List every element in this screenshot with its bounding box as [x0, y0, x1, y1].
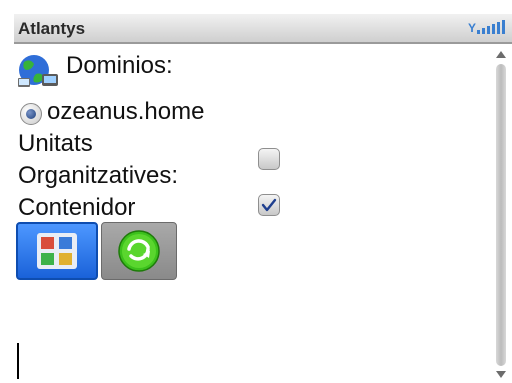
vertical-scrollbar[interactable] — [494, 46, 508, 383]
units-label-line2: Organitzatives: — [18, 162, 179, 189]
units-label-line1: Unitats — [18, 130, 93, 157]
signal-strength-icon: Y — [468, 20, 505, 35]
app-title: Atlantys — [18, 19, 86, 38]
scroll-down-arrow-icon[interactable] — [494, 367, 508, 381]
container-checkbox[interactable] — [258, 194, 280, 216]
network-globe-icon — [18, 55, 58, 87]
domain-radio[interactable] — [20, 103, 42, 125]
units-checkbox[interactable] — [258, 148, 280, 170]
users-button[interactable] — [16, 222, 98, 280]
domains-label: Dominios: — [66, 52, 173, 79]
title-bar: Atlantys Y — [14, 14, 512, 44]
users-grid-icon — [37, 233, 77, 269]
main-screen: Dominios: ozeanus.home Unitats Organitza… — [14, 44, 494, 383]
svg-text:Y: Y — [468, 21, 476, 35]
refresh-arrow-icon — [118, 230, 160, 272]
scrollbar-track[interactable] — [496, 64, 506, 366]
domain-option-label[interactable]: ozeanus.home — [47, 98, 204, 126]
scroll-up-arrow-icon[interactable] — [494, 48, 508, 62]
container-label: Contenidor — [18, 194, 136, 221]
checkmark-icon — [261, 198, 277, 212]
refresh-button[interactable] — [101, 222, 177, 280]
text-cursor — [17, 343, 19, 379]
